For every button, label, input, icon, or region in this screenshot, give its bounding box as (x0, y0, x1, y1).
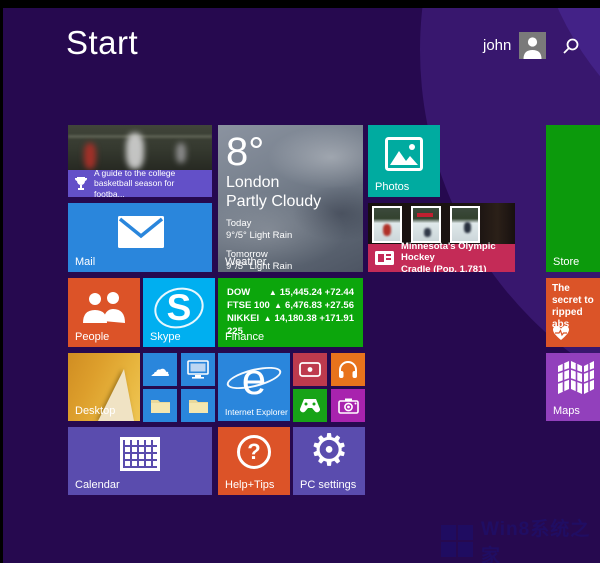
internet-explorer-label: Internet Explorer (225, 407, 288, 417)
game-controller-icon (298, 398, 322, 413)
tile-music[interactable] (331, 353, 365, 386)
hockey-photo-strip (372, 206, 480, 243)
finance-row: DOW ▲ 15,445.24 +72.44 (227, 287, 354, 298)
tile-sports-news[interactable]: A guide to the college basketball season… (68, 125, 212, 197)
windows-logo-icon (441, 525, 473, 557)
camera-icon (337, 398, 359, 414)
tile-internet-explorer[interactable]: e Internet Explorer (218, 353, 290, 421)
tile-photos[interactable]: Photos (368, 125, 440, 197)
tile-maps[interactable]: Maps (546, 353, 600, 421)
tile-games[interactable] (293, 389, 327, 422)
mail-envelope-icon (118, 216, 164, 248)
photos-label: Photos (375, 181, 410, 193)
cloud-icon: ☁ (150, 358, 170, 381)
tile-hockey-news[interactable]: Minnesota's Olympic Hockey Cradle (Pop. … (368, 203, 515, 272)
watermark: Win8系统之家 (441, 514, 600, 563)
weather-city: London (226, 174, 280, 191)
weather-condition: Partly Cloudy (226, 193, 322, 210)
sports-photo-player (176, 143, 186, 163)
folded-map-icon (558, 361, 594, 395)
tile-desktop[interactable]: Desktop (68, 353, 140, 421)
tile-this-pc[interactable] (181, 353, 215, 386)
hockey-photo (411, 206, 441, 243)
sports-photo-player (84, 143, 96, 169)
maps-label: Maps (553, 405, 580, 417)
people-label: People (75, 331, 110, 343)
weather-label: Weather (225, 256, 267, 268)
mail-label: Mail (75, 256, 96, 268)
folder-icon (188, 397, 209, 414)
tile-files-folder[interactable] (181, 389, 215, 422)
store-label: Store (553, 256, 580, 268)
finance-row: FTSE 100 ▲ 6,476.83 +27.56 (227, 300, 354, 311)
hockey-caption-band: Minnesota's Olympic Hockey Cradle (Pop. … (368, 240, 515, 272)
sports-caption: A guide to the college basketball season… (94, 167, 176, 197)
sports-photo-player (126, 133, 144, 169)
tile-help-tips[interactable]: ? Help+Tips (218, 427, 290, 495)
weather-temperature: 8° (226, 130, 265, 174)
health-headline: The secret to ripped abs (552, 283, 594, 330)
folder-icon (150, 397, 171, 414)
calendar-label: Calendar (75, 479, 120, 491)
finance-label: Finance (225, 331, 265, 343)
start-screen: Start john A guide to the college basket… (0, 0, 600, 563)
weather-today: Today 9°/5° Light Rain (226, 218, 293, 241)
user-name[interactable]: john (483, 37, 511, 54)
tile-skydrive[interactable]: ☁ (143, 353, 177, 386)
pc-settings-label: PC settings (300, 479, 357, 491)
desktop-label: Desktop (75, 405, 116, 417)
tile-health-fitness[interactable]: The secret to ripped abs (546, 278, 600, 347)
trophy-icon (74, 176, 88, 191)
video-camera-icon (299, 362, 321, 377)
watermark-text: Win8系统之家 (481, 519, 591, 563)
question-mark-icon: ? (237, 435, 271, 469)
tile-skype[interactable]: S Skype (143, 278, 215, 347)
calendar-grid-icon (120, 437, 160, 471)
tile-weather[interactable]: 8° London Partly Cloudy Today 9°/5° Ligh… (218, 125, 363, 272)
tile-finance[interactable]: DOW ▲ 15,445.24 +72.44 FTSE 100 ▲ 6,476.… (218, 278, 363, 347)
hockey-photo (450, 206, 480, 243)
tile-store[interactable]: Store (546, 125, 600, 272)
user-area[interactable]: john (483, 32, 580, 59)
heart-pulse-icon (552, 325, 570, 341)
left-border (0, 0, 3, 563)
tile-calendar[interactable]: Calendar (68, 427, 212, 495)
headphones-icon (338, 360, 358, 379)
tile-people[interactable]: People (68, 278, 140, 347)
computer-monitor-icon (187, 360, 209, 379)
user-avatar-icon[interactable] (519, 32, 547, 59)
skype-logo-icon: S (143, 281, 215, 335)
tile-pc-settings[interactable]: ⚙ PC settings (293, 427, 365, 495)
help-tips-label: Help+Tips (225, 479, 275, 491)
two-people-icon (82, 292, 126, 324)
tile-documents-folder[interactable] (143, 389, 177, 422)
search-icon[interactable] (562, 37, 580, 55)
page-title: Start (66, 24, 139, 61)
tile-mail[interactable]: Mail (68, 203, 212, 272)
news-article-icon (375, 251, 394, 265)
hockey-caption: Minnesota's Olympic Hockey Cradle (Pop. … (401, 240, 496, 272)
photo-frame-icon (385, 137, 423, 171)
gear-icon: ⚙ (309, 427, 349, 476)
tile-video[interactable] (293, 353, 327, 386)
hockey-photo (372, 206, 402, 243)
top-border (0, 0, 600, 8)
internet-explorer-logo-icon: e (218, 353, 290, 407)
tile-camera[interactable] (331, 389, 365, 422)
sports-caption-band: A guide to the college basketball season… (68, 167, 212, 197)
skype-label: Skype (150, 331, 181, 343)
